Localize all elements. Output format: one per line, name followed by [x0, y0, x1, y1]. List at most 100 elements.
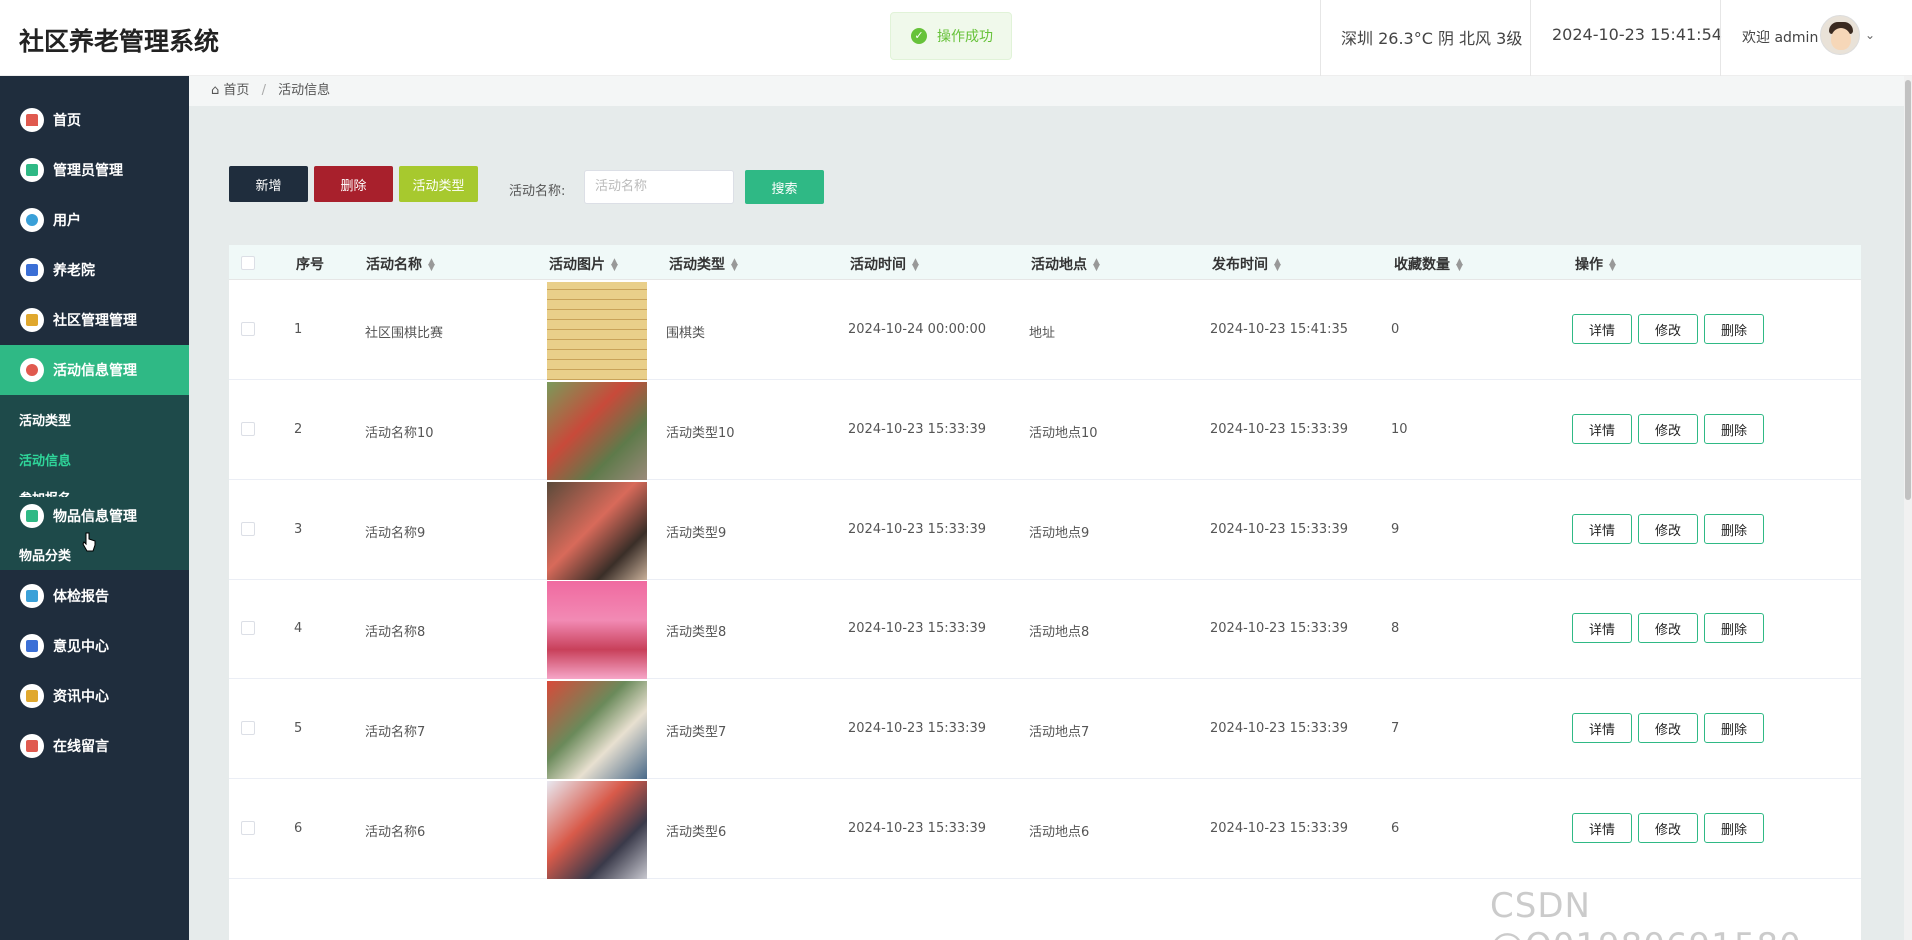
edit-button[interactable]: 修改 [1638, 813, 1698, 843]
search-input[interactable]: 活动名称 [584, 170, 734, 204]
add-button[interactable]: 新增 [229, 166, 308, 202]
row-checkbox[interactable] [241, 821, 255, 835]
submenu-activity-type[interactable]: 活动类型 [19, 410, 71, 429]
col-time[interactable]: 活动时间 ▲ ▼ [850, 254, 919, 274]
row-checkbox[interactable] [241, 322, 255, 336]
submenu-activity-info[interactable]: 活动信息 [19, 450, 71, 469]
sidebar-item-message[interactable]: 在线留言 [0, 721, 189, 771]
row-checkbox[interactable] [241, 621, 255, 635]
table-row: 6 活动名称6 活动类型6 2024-10-23 15:33:39 活动地点6 2024-… [229, 779, 1861, 879]
cell-no: 3 [294, 522, 303, 537]
avatar[interactable] [1820, 15, 1860, 55]
feedback-icon [20, 634, 44, 658]
activity-image[interactable] [547, 581, 647, 679]
table-row: 3 活动名称9 活动类型9 2024-10-23 15:33:39 活动地点9 2024-… [229, 480, 1861, 580]
building-icon [20, 258, 44, 282]
cell-fav: 0 [1391, 322, 1400, 337]
sidebar-item-feedback[interactable]: 意见中心 [0, 621, 189, 671]
col-pub[interactable]: 发布时间 ▲ ▼ [1212, 254, 1281, 274]
delete-row-button[interactable]: 删除 [1704, 613, 1764, 643]
delete-button[interactable]: 删除 [314, 166, 393, 202]
cell-fav: 10 [1391, 422, 1408, 437]
cell-pub: 2024-10-23 15:41:35 [1210, 322, 1349, 337]
page-scrollbar[interactable] [1904, 76, 1912, 940]
col-name[interactable]: 活动名称 ▲ ▼ [366, 254, 435, 274]
cell-type: 围棋类 [666, 326, 706, 341]
sort-icon: ▲ ▼ [428, 257, 435, 273]
row-checkbox[interactable] [241, 422, 255, 436]
cell-place: 活动地点7 [1029, 725, 1090, 740]
cell-pub: 2024-10-23 15:33:39 [1210, 821, 1349, 836]
activity-table: 序号 活动名称 ▲ ▼ 活动图片 ▲ ▼ 活动类型 ▲ ▼ 活动时间 ▲ ▼ 活动地点 ▲ ▼ 发布… [229, 245, 1861, 940]
edit-button[interactable]: 修改 [1638, 713, 1698, 743]
main-content: ⌂ 首页 / 活动信息 新增 删除 活动类型 活动名称: 活动名称 搜索 序号 … [189, 76, 1912, 940]
breadcrumb: ⌂ 首页 / 活动信息 [189, 76, 1912, 106]
delete-row-button[interactable]: 删除 [1704, 414, 1764, 444]
detail-button[interactable]: 详情 [1572, 314, 1632, 344]
sort-icon: ▲ ▼ [1456, 257, 1463, 273]
search-button[interactable]: 搜索 [745, 170, 824, 204]
sidebar-item-goods[interactable]: 物品信息管理 [0, 496, 189, 536]
table-row: 1 社区围棋比赛 围棋类 2024-10-24 00:00:00 地址 2024-10-2… [229, 280, 1861, 380]
cell-no: 4 [294, 621, 303, 636]
col-place[interactable]: 活动地点 ▲ ▼ [1031, 254, 1100, 274]
cell-time: 2024-10-24 00:00:00 [848, 322, 987, 337]
cell-fav: 8 [1391, 621, 1400, 636]
goods-icon [20, 504, 44, 528]
edit-button[interactable]: 修改 [1638, 414, 1698, 444]
sidebar-item-nursing-home[interactable]: 养老院 [0, 245, 189, 295]
cell-fav: 7 [1391, 721, 1400, 736]
delete-row-button[interactable]: 删除 [1704, 813, 1764, 843]
search-label: 活动名称: [509, 184, 566, 199]
report-icon [20, 584, 44, 608]
select-all-checkbox[interactable] [241, 256, 255, 270]
activity-image[interactable] [547, 781, 647, 879]
success-toast: ✓ 操作成功 [890, 12, 1012, 60]
sidebar-item-health-report[interactable]: 体检报告 [0, 571, 189, 621]
col-no: 序号 [296, 257, 324, 273]
delete-row-button[interactable]: 删除 [1704, 514, 1764, 544]
col-fav[interactable]: 收藏数量 ▲ ▼ [1394, 254, 1463, 274]
table-row: 2 活动名称10 活动类型10 2024-10-23 15:33:39 活动地点10 20… [229, 380, 1861, 480]
sidebar-item-user[interactable]: 用户 [0, 195, 189, 245]
hand-cursor-icon [82, 532, 96, 552]
detail-button[interactable]: 详情 [1572, 514, 1632, 544]
delete-row-button[interactable]: 删除 [1704, 713, 1764, 743]
submenu-goods-category[interactable]: 物品分类 [19, 545, 71, 564]
cell-type: 活动类型9 [666, 526, 727, 541]
col-image[interactable]: 活动图片 ▲ ▼ [549, 254, 618, 274]
row-checkbox[interactable] [241, 721, 255, 735]
sidebar-item-news[interactable]: 资讯中心 [0, 671, 189, 721]
sidebar-item-activity[interactable]: 活动信息管理 [0, 345, 189, 395]
detail-button[interactable]: 详情 [1572, 613, 1632, 643]
table-header: 序号 活动名称 ▲ ▼ 活动图片 ▲ ▼ 活动类型 ▲ ▼ 活动时间 ▲ ▼ 活动地点 ▲ ▼ 发布… [229, 245, 1861, 280]
detail-button[interactable]: 详情 [1572, 713, 1632, 743]
sidebar-item-community[interactable]: 社区管理管理 [0, 295, 189, 345]
row-checkbox[interactable] [241, 522, 255, 536]
detail-button[interactable]: 详情 [1572, 813, 1632, 843]
cell-pub: 2024-10-23 15:33:39 [1210, 522, 1349, 537]
edit-button[interactable]: 修改 [1638, 514, 1698, 544]
breadcrumb-current: 活动信息 [278, 83, 331, 98]
chevron-down-icon[interactable]: ⌄ [1865, 28, 1875, 42]
delete-row-button[interactable]: 删除 [1704, 314, 1764, 344]
edit-button[interactable]: 修改 [1638, 613, 1698, 643]
cell-no: 1 [294, 322, 303, 337]
cell-type: 活动类型6 [666, 825, 727, 840]
col-type[interactable]: 活动类型 ▲ ▼ [669, 254, 738, 274]
activity-type-button[interactable]: 活动类型 [399, 166, 478, 202]
activity-image[interactable] [547, 382, 647, 480]
community-icon [20, 308, 44, 332]
activity-image[interactable] [547, 282, 647, 380]
cell-pub: 2024-10-23 15:33:39 [1210, 422, 1349, 437]
breadcrumb-home[interactable]: 首页 [223, 83, 249, 98]
activity-image[interactable] [547, 482, 647, 580]
col-ops[interactable]: 操作 ▲ ▼ [1575, 254, 1616, 274]
sidebar-item-home[interactable]: 首页 [0, 95, 189, 145]
activity-image[interactable] [547, 681, 647, 779]
cell-name: 活动名称6 [365, 825, 426, 840]
edit-button[interactable]: 修改 [1638, 314, 1698, 344]
cell-fav: 9 [1391, 522, 1400, 537]
sidebar-item-admin[interactable]: 管理员管理 [0, 145, 189, 195]
detail-button[interactable]: 详情 [1572, 414, 1632, 444]
